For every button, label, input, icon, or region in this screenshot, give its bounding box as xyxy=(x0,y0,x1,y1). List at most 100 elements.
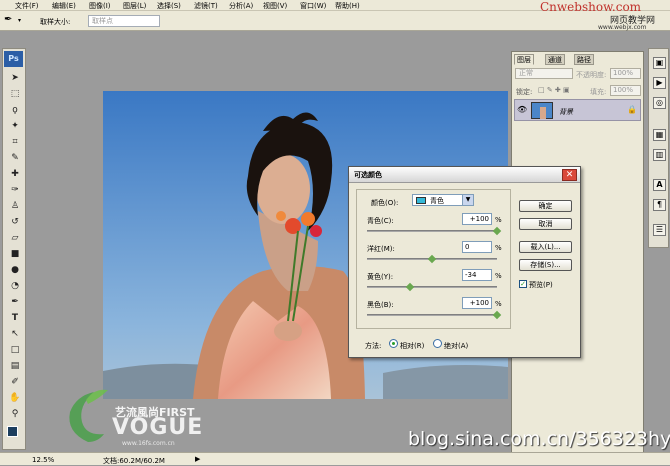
menu-view[interactable]: 视图(V) xyxy=(263,1,287,11)
menu-analysis[interactable]: 分析(A) xyxy=(229,1,253,11)
toolbox: ➤ ⬚ ϙ ✦ ⌗ ✎ ✚ ✑ ♙ ↺ ▱ ■ ● ◔ ✒ T ↖ □ ▤ ✐ … xyxy=(2,48,26,450)
radio-dot xyxy=(392,342,395,345)
status-zoom: 12.5% xyxy=(32,456,55,464)
layer-thumbnail-figure xyxy=(540,107,546,119)
cyan-label: 青色(C): xyxy=(367,217,394,225)
blog-url-text: blog.sina.com.cn/356323hyp xyxy=(408,428,670,450)
menu-help[interactable]: 帮助(H) xyxy=(335,1,360,11)
brush-tool-icon[interactable]: ✑ xyxy=(6,183,24,197)
menu-select[interactable]: 选择(S) xyxy=(157,1,181,11)
menu-image[interactable]: 图像(I) xyxy=(89,1,111,11)
eraser-tool-icon[interactable]: ▱ xyxy=(6,231,24,245)
right-panel-dock: ▣ ▶ ◎ ▦ ▥ A ¶ ☰ xyxy=(648,48,669,248)
preview-checkbox[interactable]: ✓ xyxy=(519,280,527,288)
magic-wand-icon[interactable]: ✦ xyxy=(6,119,24,133)
foreground-color-swatch[interactable] xyxy=(7,426,18,437)
menu-layer[interactable]: 图层(L) xyxy=(123,1,146,11)
notes-tool-icon[interactable]: ▤ xyxy=(6,359,24,373)
blend-mode-select[interactable]: 正常 xyxy=(515,68,573,79)
load-button[interactable]: 载入(L)... xyxy=(519,241,572,253)
eyedropper-tool-icon[interactable]: ✎ xyxy=(6,151,24,165)
hand-tool-icon[interactable]: ✋ xyxy=(6,391,24,405)
zoom-tool-icon[interactable]: ⚲ xyxy=(6,407,24,421)
ok-button[interactable]: 确定 xyxy=(519,200,572,212)
history-brush-icon[interactable]: ↺ xyxy=(6,215,24,229)
dialog-title: 可选颜色 xyxy=(354,171,382,179)
tab-layers[interactable]: 图层 xyxy=(514,54,534,65)
cancel-button[interactable]: 取消 xyxy=(519,218,572,230)
eyedropper-tool-active-icon[interactable]: ✐ xyxy=(6,375,24,389)
tool-presets-icon[interactable]: ☰ xyxy=(653,224,666,236)
method-absolute-radio[interactable] xyxy=(433,339,442,348)
magenta-input[interactable]: 0 xyxy=(462,241,492,253)
tool-preset-arrow-icon[interactable]: ▾ xyxy=(18,17,21,24)
lasso-tool-icon[interactable]: ϙ xyxy=(6,103,24,117)
eye-icon[interactable]: 👁 xyxy=(517,105,527,114)
selective-color-dialog: 可选颜色 ✕ 颜色(O): 青色 ▼ 青色(C): +100 % 洋红(M): … xyxy=(348,166,581,358)
eyedropper-icon[interactable]: ✒ xyxy=(4,14,12,25)
healing-brush-icon[interactable]: ✚ xyxy=(6,167,24,181)
fill-label: 填充: xyxy=(590,88,607,96)
layer-thumbnail xyxy=(531,102,553,119)
yellow-pct: % xyxy=(495,272,502,280)
brand-url-text: www.16fs.com.cn xyxy=(122,440,175,447)
menu-filter[interactable]: 滤镜(T) xyxy=(194,1,218,11)
site-logo: Cnwebshow.com 网页教学网 www.webjx.com xyxy=(540,0,670,34)
lock-icons[interactable]: □ ✎ ✚ ▣ xyxy=(538,86,570,94)
status-arrow-icon[interactable]: ▶ xyxy=(195,455,200,463)
paragraph-icon[interactable]: ¶ xyxy=(653,199,666,211)
history-icon[interactable]: ▦ xyxy=(653,129,666,141)
sample-size-label: 取样大小: xyxy=(40,18,71,26)
layer-row-background[interactable]: 👁 背景 🔒 xyxy=(514,99,641,121)
move-tool-icon[interactable]: ➤ xyxy=(6,71,24,85)
blend-mode-value: 正常 xyxy=(519,69,533,77)
actions-icon[interactable]: ▥ xyxy=(653,149,666,161)
navigator-icon[interactable]: ▣ xyxy=(653,57,666,69)
tab-channels[interactable]: 通道 xyxy=(545,54,565,65)
yellow-slider-track[interactable] xyxy=(367,286,497,288)
method-relative-radio[interactable] xyxy=(389,339,398,348)
shape-tool-icon[interactable]: □ xyxy=(6,343,24,357)
save-button[interactable]: 存储(S)... xyxy=(519,259,572,271)
crop-tool-icon[interactable]: ⌗ xyxy=(6,135,24,149)
type-tool-icon[interactable]: T xyxy=(6,311,24,325)
blur-tool-icon[interactable]: ● xyxy=(6,263,24,277)
tab-paths[interactable]: 路径 xyxy=(574,54,594,65)
histogram-icon[interactable]: ▶ xyxy=(653,77,666,89)
path-selection-icon[interactable]: ↖ xyxy=(6,327,24,341)
yellow-input[interactable]: -34 xyxy=(462,269,492,281)
brand-en-text: VOGUE xyxy=(112,415,204,440)
menu-file[interactable]: 文件(F) xyxy=(15,1,39,11)
marquee-tool-icon[interactable]: ⬚ xyxy=(6,87,24,101)
ps-logo-icon: Ps xyxy=(4,51,23,67)
menu-window[interactable]: 窗口(W) xyxy=(300,1,326,11)
dodge-tool-icon[interactable]: ◔ xyxy=(6,279,24,293)
cyan-slider-track[interactable] xyxy=(367,230,497,232)
sample-size-select[interactable]: 取样点 xyxy=(88,15,160,27)
info-icon[interactable]: ◎ xyxy=(653,97,666,109)
vogue-logo-icon xyxy=(64,386,112,444)
black-slider-track[interactable] xyxy=(367,314,497,316)
chevron-down-icon[interactable]: ▼ xyxy=(462,195,473,205)
yellow-label: 黄色(Y): xyxy=(367,273,394,281)
sample-size-value: 取样点 xyxy=(92,17,113,25)
color-select-value: 青色 xyxy=(430,197,444,205)
magenta-label: 洋红(M): xyxy=(367,245,395,253)
black-input[interactable]: +100 xyxy=(462,297,492,309)
pen-tool-icon[interactable]: ✒ xyxy=(6,295,24,309)
clone-stamp-icon[interactable]: ♙ xyxy=(6,199,24,213)
color-select[interactable]: 青色 ▼ xyxy=(412,194,474,206)
character-icon[interactable]: A xyxy=(653,179,666,191)
close-icon[interactable]: ✕ xyxy=(562,169,577,181)
gradient-tool-icon[interactable]: ■ xyxy=(6,247,24,261)
menu-edit[interactable]: 编辑(E) xyxy=(52,1,76,11)
dialog-titlebar[interactable]: 可选颜色 ✕ xyxy=(349,167,580,183)
opacity-label: 不透明度: xyxy=(576,71,607,79)
cyan-pct: % xyxy=(495,216,502,224)
fill-field[interactable]: 100% xyxy=(610,85,641,96)
site-logo-name: Cnwebshow.com xyxy=(540,0,642,14)
status-bar: 12.5% 文档:60.2M/60.2M ▶ xyxy=(0,452,670,465)
fill-value: 100% xyxy=(613,86,634,94)
opacity-field[interactable]: 100% xyxy=(610,68,641,79)
cyan-input[interactable]: +100 xyxy=(462,213,492,225)
